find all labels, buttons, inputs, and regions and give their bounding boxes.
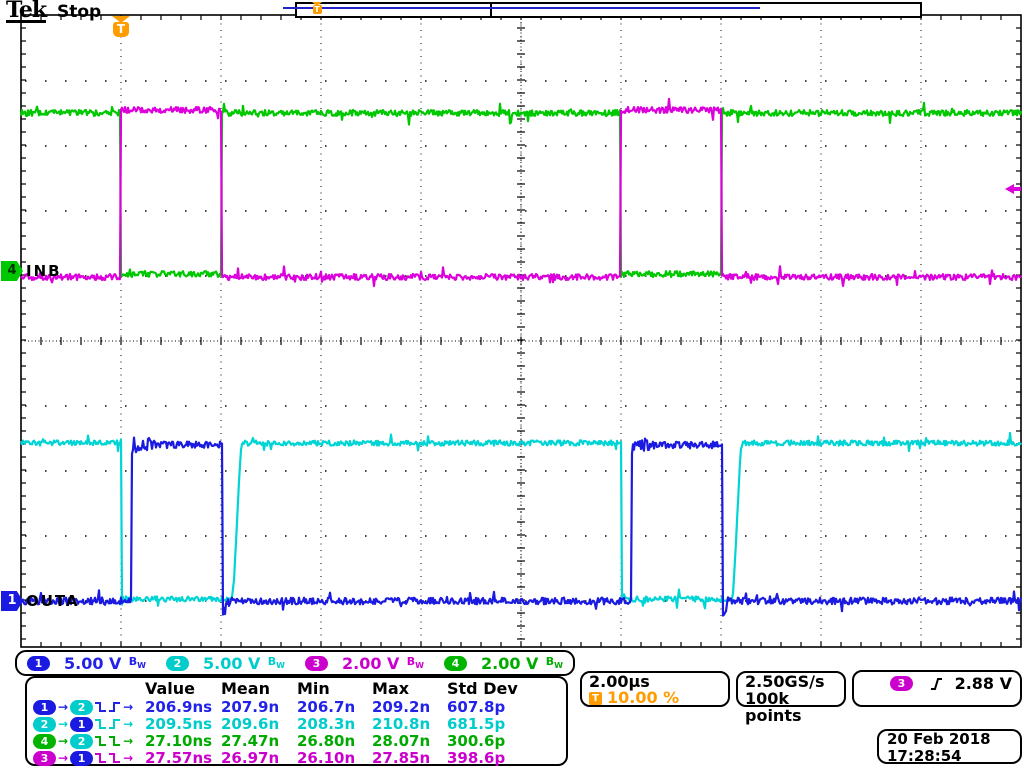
channel2-scale: 5.00 V: [203, 654, 260, 673]
rising-edge-icon: [108, 701, 121, 713]
channel3-badge: 3: [305, 656, 328, 671]
bandwidth-limit-icon: BW: [129, 655, 146, 670]
channel1-badge: 1: [27, 656, 50, 671]
trigger-level: 2.88 V: [955, 674, 1012, 693]
arrow-right-icon: →: [58, 751, 68, 765]
record-window-divider: [490, 4, 492, 16]
channel2-readout[interactable]: 2 5.00 V BW: [156, 654, 295, 673]
channel-readout-bar: 1 5.00 V BW 2 5.00 V BW 3 2.00 V BW 4 2.…: [15, 650, 575, 676]
falling-edge-icon: [94, 735, 107, 747]
date: 20 Feb 2018: [887, 731, 1020, 748]
channel1-badge: 1: [70, 751, 93, 766]
sample-rate: 2.50GS/s: [745, 673, 844, 690]
arrow-right-icon: →: [123, 751, 133, 765]
acquisition-status: Stop: [57, 2, 101, 22]
arrow-right-icon: →: [58, 734, 68, 748]
measurement-row-3: 4 → 2 → 27.10ns 27.47n 26.80n 28.07n 300…: [33, 732, 566, 749]
channel2-badge: 2: [70, 700, 93, 715]
bandwidth-limit-icon: BW: [268, 655, 285, 670]
channel1-readout[interactable]: 1 5.00 V BW: [17, 654, 156, 673]
channel3-badge: 3: [890, 676, 913, 691]
arrow-right-icon: →: [58, 700, 68, 714]
time: 17:28:54: [887, 748, 1020, 765]
tek-logo: Tek: [6, 1, 46, 23]
trigger-t-icon: T: [313, 5, 322, 14]
record-view-bar[interactable]: [295, 2, 922, 18]
channel3-badge: 3: [33, 751, 56, 766]
channel2-badge: 2: [70, 734, 93, 749]
channel3-scale: 2.00 V: [342, 654, 399, 673]
bandwidth-limit-icon: BW: [407, 655, 424, 670]
column-header: Mean: [221, 679, 297, 698]
column-header: Value: [145, 679, 221, 698]
channel4-trace: [21, 103, 1021, 277]
waveform-label-inb: INB: [26, 262, 62, 280]
channel4-readout[interactable]: 4 2.00 V BW: [434, 654, 573, 673]
trigger-t-icon: T: [113, 22, 129, 37]
channel2-badge: 2: [166, 656, 189, 671]
arrow-right-icon: →: [123, 734, 133, 748]
channel4-scale: 2.00 V: [481, 654, 538, 673]
channel4-badge: 4: [33, 734, 56, 749]
trigger-level-marker[interactable]: [1004, 180, 1022, 199]
falling-edge-icon: [108, 735, 121, 747]
channel3-readout[interactable]: 3 2.00 V BW: [295, 654, 434, 673]
measurement-row-4: 3 → 1 → 27.57ns 26.97n 26.10n 27.85n 398…: [33, 749, 566, 766]
falling-edge-icon: [94, 752, 107, 764]
channel2-badge: 2: [33, 717, 56, 732]
arrow-right-icon: →: [58, 717, 68, 731]
record-trace-line: [283, 7, 760, 9]
trigger-t-icon: T: [589, 692, 602, 705]
channel1-badge: 1: [33, 700, 56, 715]
channel1-scale: 5.00 V: [64, 654, 121, 673]
measurement-header-row: Value Mean Min Max Std Dev: [33, 679, 566, 698]
waveform-label-outa: OUTA: [26, 592, 80, 610]
trigger-position-percent: 10.00 %: [607, 690, 679, 706]
oscilloscope-screen: Tek Stop T T 4 INB 1 OUTA 1 5.00 V BW 2 …: [0, 0, 1024, 768]
channel1-badge: 1: [70, 717, 93, 732]
arrow-right-icon: →: [123, 717, 133, 731]
column-header: Max: [372, 679, 447, 698]
trigger-position-marker[interactable]: T: [111, 16, 131, 37]
datetime-readout: 20 Feb 2018 17:28:54: [877, 729, 1022, 764]
measurement-row-1: 1 → 2 → 206.9ns 207.9n 206.7n 209.2n 607…: [33, 698, 566, 715]
trigger-readout[interactable]: 3 2.88 V: [852, 670, 1022, 707]
falling-edge-icon: [94, 701, 107, 713]
record-length: 100k points: [745, 690, 844, 724]
left-arrow-icon: [1004, 183, 1022, 195]
record-trigger-marker: T: [311, 2, 323, 15]
horizontal-readout[interactable]: 2.00µs T 10.00 %: [580, 671, 730, 707]
falling-edge-icon: [94, 718, 107, 730]
column-header: Min: [297, 679, 372, 698]
channel4-badge: 4: [444, 656, 467, 671]
acquisition-readout[interactable]: 2.50GS/s 100k points: [736, 671, 846, 707]
arrow-right-icon: →: [123, 700, 133, 714]
bandwidth-limit-icon: BW: [546, 655, 563, 670]
falling-edge-icon: [108, 752, 121, 764]
measurement-row-2: 2 → 1 → 209.5ns 209.6n 208.3n 210.8n 681…: [33, 715, 566, 732]
rising-edge-icon: [929, 676, 944, 691]
rising-edge-icon: [108, 718, 121, 730]
measurement-table: Value Mean Min Max Std Dev 1 → 2 → 206.9…: [25, 676, 568, 766]
column-header: Std Dev: [447, 679, 566, 698]
